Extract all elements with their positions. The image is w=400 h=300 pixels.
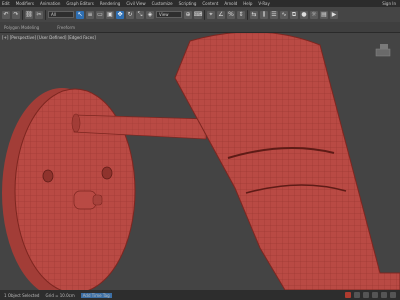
- lamp-shade-mesh[interactable]: [174, 33, 400, 290]
- rendered-frame-window-icon[interactable]: ▤: [320, 10, 328, 19]
- menu-item-help[interactable]: Help: [243, 1, 252, 6]
- spinner-snap-icon[interactable]: ⇕: [237, 10, 245, 19]
- layer-explorer-icon[interactable]: ☰: [270, 10, 278, 19]
- perspective-viewport[interactable]: [+] [Perspective] [User Defined] [Edged …: [0, 33, 400, 290]
- menu-item-modifiers[interactable]: Modifiers: [16, 1, 34, 6]
- select-and-move-icon[interactable]: ✥: [116, 10, 124, 19]
- mirror-icon[interactable]: ⇆: [250, 10, 258, 19]
- play-icon[interactable]: [363, 292, 369, 298]
- material-editor-icon[interactable]: ●: [300, 10, 308, 19]
- menu-item-civil-view[interactable]: Civil View: [126, 1, 145, 6]
- viewcube-icon[interactable]: [375, 44, 391, 57]
- menu-item-customize[interactable]: Customize: [152, 1, 173, 6]
- next-frame-icon[interactable]: [372, 292, 378, 298]
- select-object-icon[interactable]: ↖: [76, 10, 84, 19]
- menu-item-edit[interactable]: Edit: [2, 1, 10, 6]
- unlink-icon[interactable]: ✂: [35, 10, 43, 19]
- ribbon-tab-polygon-modeling[interactable]: Polygon Modeling: [4, 25, 39, 30]
- align-icon[interactable]: ⫼: [260, 10, 268, 19]
- toolbar-divider: [204, 9, 205, 20]
- menu-item-graph-editors[interactable]: Graph Editors: [66, 1, 93, 6]
- placement-icon[interactable]: ◈: [146, 10, 154, 19]
- orbit-icon[interactable]: [390, 292, 396, 298]
- ribbon-tab-freeform[interactable]: Freeform: [57, 25, 75, 30]
- keyboard-shortcut-icon[interactable]: ⌨: [194, 10, 202, 19]
- select-and-rotate-icon[interactable]: ↻: [126, 10, 134, 19]
- redo-icon[interactable]: ↷: [12, 10, 20, 19]
- sign-in-button[interactable]: Sign In: [382, 1, 396, 6]
- reference-coordinate-dropdown[interactable]: View: [156, 11, 182, 18]
- viewport-scene: [2, 33, 400, 290]
- render-setup-icon[interactable]: ☼: [310, 10, 318, 19]
- undo-icon[interactable]: ↶: [2, 10, 10, 19]
- toolbar-divider: [247, 9, 248, 20]
- menu-bar: Edit Modifiers Animation Graph Editors R…: [0, 0, 400, 7]
- prev-frame-icon[interactable]: [354, 292, 360, 298]
- rectangle-selection-icon[interactable]: ▭: [96, 10, 104, 19]
- window-crossing-icon[interactable]: ▣: [106, 10, 114, 19]
- menu-item-content[interactable]: Content: [202, 1, 218, 6]
- link-icon[interactable]: ⛓: [25, 10, 33, 19]
- menu-item-animation[interactable]: Animation: [40, 1, 60, 6]
- grid-size-text: Grid = 10.0cm: [45, 292, 75, 298]
- menu-item-scripting[interactable]: Scripting: [179, 1, 197, 6]
- angle-snap-icon[interactable]: ∠: [217, 10, 225, 19]
- select-and-scale-icon[interactable]: ⤡: [136, 10, 144, 19]
- toolbar-divider: [22, 9, 23, 20]
- zoom-extents-icon[interactable]: [381, 292, 387, 298]
- schematic-view-icon[interactable]: ⧉: [290, 10, 298, 19]
- snaps-toggle-icon[interactable]: ⌖: [207, 10, 215, 19]
- pivot-center-icon[interactable]: ⊕: [184, 10, 192, 19]
- playback-controls: [345, 292, 396, 298]
- selection-filter-dropdown[interactable]: All: [48, 11, 74, 18]
- modeling-ribbon: Polygon Modeling Freeform: [0, 22, 400, 33]
- auto-key-icon[interactable]: [345, 292, 351, 298]
- mounting-screw[interactable]: [101, 166, 113, 180]
- toolbar-divider: [45, 9, 46, 20]
- menu-item-arnold[interactable]: Arnold: [224, 1, 237, 6]
- select-by-name-icon[interactable]: ≡: [86, 10, 94, 19]
- selection-status-text: 1 Object Selected: [4, 292, 40, 298]
- render-production-icon[interactable]: ▶: [330, 10, 338, 19]
- curve-editor-icon[interactable]: ∿: [280, 10, 288, 19]
- menu-item-rendering[interactable]: Rendering: [100, 1, 120, 6]
- menu-item-vray[interactable]: V-Ray: [258, 1, 269, 6]
- status-bar: 1 Object Selected Grid = 10.0cm Add Time…: [0, 290, 400, 300]
- percent-snap-icon[interactable]: %: [227, 10, 235, 19]
- add-time-tag-button[interactable]: Add Time Tag: [80, 292, 112, 298]
- mounting-screw[interactable]: [42, 169, 54, 183]
- main-toolbar: ↶ ↷ ⛓ ✂ All ↖ ≡ ▭ ▣ ✥ ↻ ⤡ ◈ View ⊕ ⌨ ⌖ ∠…: [0, 7, 400, 22]
